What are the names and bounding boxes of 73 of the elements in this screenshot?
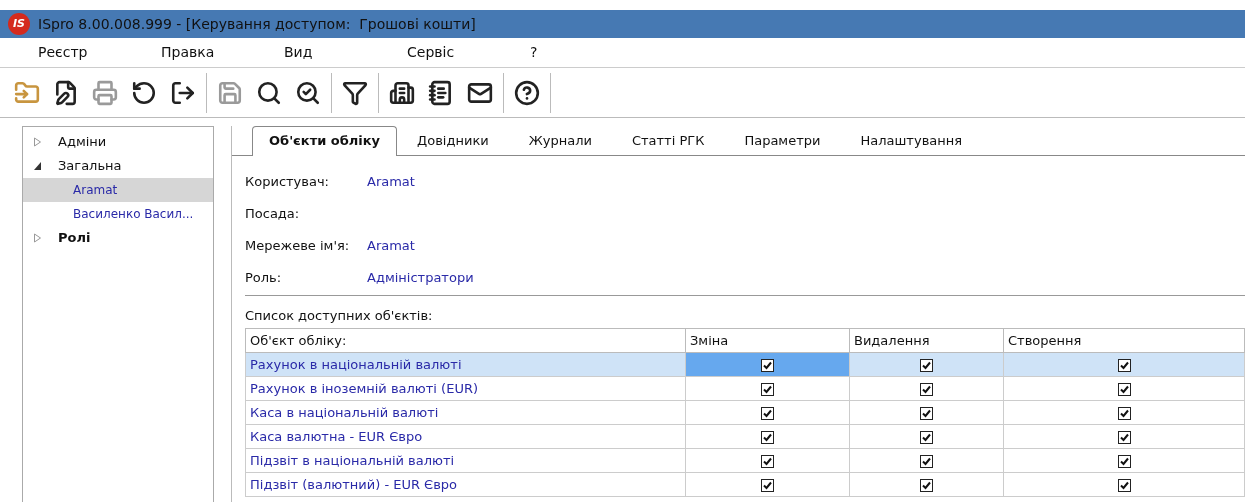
collapsed-arrow-icon[interactable] (33, 137, 42, 147)
tree-item[interactable]: Aramat (23, 178, 213, 202)
checkbox[interactable] (761, 454, 774, 468)
collapsed-arrow-icon[interactable] (33, 233, 42, 243)
checkbox[interactable] (1117, 382, 1131, 396)
table-row[interactable]: Рахунок в національній валюті (245, 352, 1245, 377)
notebook-icon[interactable] (428, 79, 454, 106)
menu-item[interactable]: Сервіс (407, 42, 530, 63)
table-cell: Підзвіт в національній валюті (245, 448, 686, 473)
building-icon[interactable] (389, 79, 415, 106)
tab[interactable]: Налаштування (840, 127, 983, 155)
edit-document-icon[interactable] (53, 79, 79, 106)
checkbox[interactable] (761, 358, 774, 372)
menu-item[interactable]: ? (530, 42, 653, 63)
expanded-arrow-icon[interactable] (33, 161, 42, 171)
checkbox[interactable] (761, 382, 774, 396)
search-icon[interactable] (256, 79, 282, 106)
column-header: Створення (1003, 328, 1245, 353)
table-cell: Рахунок в іноземній валюті (EUR) (245, 376, 686, 401)
field-value: Aramat (367, 173, 415, 192)
list-title: Список доступних об'єктів: (245, 307, 434, 325)
field-label: Користувач: (245, 173, 330, 192)
filter-icon[interactable] (342, 79, 368, 106)
table-row[interactable]: Каса в національній валюті (245, 400, 1245, 425)
help-icon[interactable] (514, 79, 540, 106)
field-value: Адміністратори (367, 269, 474, 288)
menu-item[interactable]: Реєстр (38, 42, 161, 63)
field-label: Роль: (245, 269, 283, 288)
checkbox[interactable] (920, 430, 933, 444)
app-logo: IS (8, 13, 30, 35)
table-row[interactable]: Рахунок в іноземній валюті (EUR) (245, 376, 1245, 401)
table-row[interactable]: Підзвіт (валютний) - EUR Євро (245, 472, 1245, 497)
checkbox[interactable] (1117, 454, 1131, 468)
checkbox[interactable] (920, 478, 933, 492)
tree-item[interactable]: Загальна (23, 154, 213, 178)
checkbox[interactable] (920, 406, 933, 420)
tree-item[interactable]: Ролі (23, 226, 213, 250)
checkbox[interactable] (1117, 430, 1131, 444)
folder-icon[interactable] (14, 79, 40, 106)
window-title: ISpro 8.00.008.999 - [Керування доступом: Грошові кошти] (38, 14, 476, 34)
checkbox[interactable] (920, 358, 933, 372)
table-cell: Підзвіт (валютний) - EUR Євро (245, 472, 686, 497)
checkbox[interactable] (761, 478, 774, 492)
tree-item[interactable]: Василенко Васил... (23, 202, 213, 226)
tab[interactable]: Об'єкти обліку (252, 126, 398, 156)
tree-item[interactable]: Адміни (23, 130, 213, 154)
tab[interactable]: Довідники (397, 127, 509, 155)
table-row[interactable]: Підзвіт в національній валюті (245, 448, 1245, 473)
tab[interactable]: Параметри (724, 127, 841, 155)
column-header: Об'єкт обліку: (245, 328, 686, 353)
field-label: Мережеве ім'я: (245, 237, 351, 256)
column-header: Видалення (849, 328, 1004, 353)
table-cell: Каса валютна - EUR Євро (245, 424, 686, 449)
tab[interactable]: Журнали (508, 127, 612, 155)
column-header: Зміна (685, 328, 850, 353)
menu-item[interactable]: Правка (161, 42, 284, 63)
search-next-icon[interactable] (295, 79, 321, 106)
menu-item[interactable]: Вид (284, 42, 407, 63)
checkbox[interactable] (920, 382, 933, 396)
checkbox[interactable] (1117, 406, 1131, 420)
table-cell: Каса в національній валюті (245, 400, 686, 425)
field-value: Aramat (367, 237, 415, 256)
field-label: Посада: (245, 205, 301, 224)
tab[interactable]: Статті РГК (611, 127, 725, 155)
checkbox[interactable] (1117, 358, 1131, 372)
checkbox[interactable] (1117, 478, 1131, 492)
table-row[interactable]: Каса валютна - EUR Євро (245, 424, 1245, 449)
checkbox[interactable] (920, 454, 933, 468)
exit-icon[interactable] (170, 79, 196, 106)
checkbox[interactable] (761, 430, 774, 444)
refresh-icon[interactable] (131, 79, 157, 106)
checkbox[interactable] (761, 406, 774, 420)
table-cell: Рахунок в національній валюті (245, 352, 686, 377)
